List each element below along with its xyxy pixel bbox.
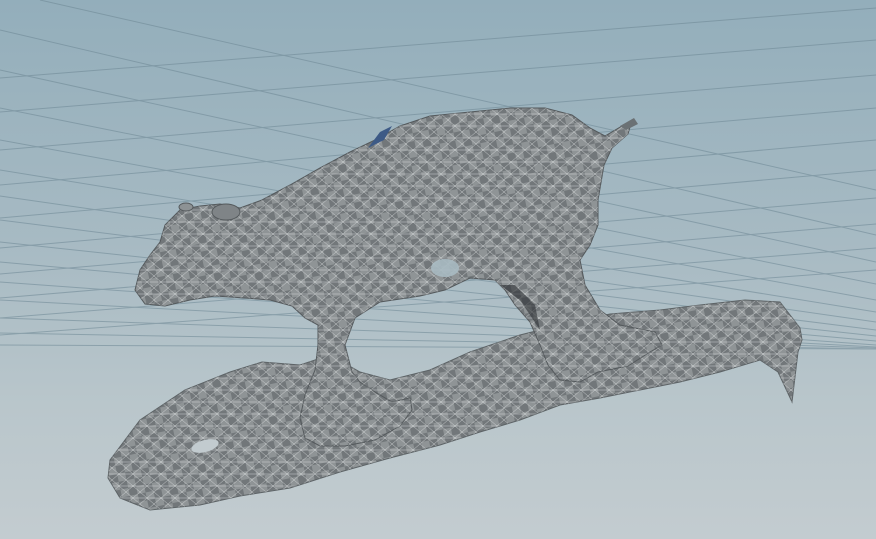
ground-mesh[interactable]: [107, 299, 803, 511]
3d-viewport[interactable]: [0, 0, 876, 539]
viewport-canvas[interactable]: [0, 0, 876, 539]
